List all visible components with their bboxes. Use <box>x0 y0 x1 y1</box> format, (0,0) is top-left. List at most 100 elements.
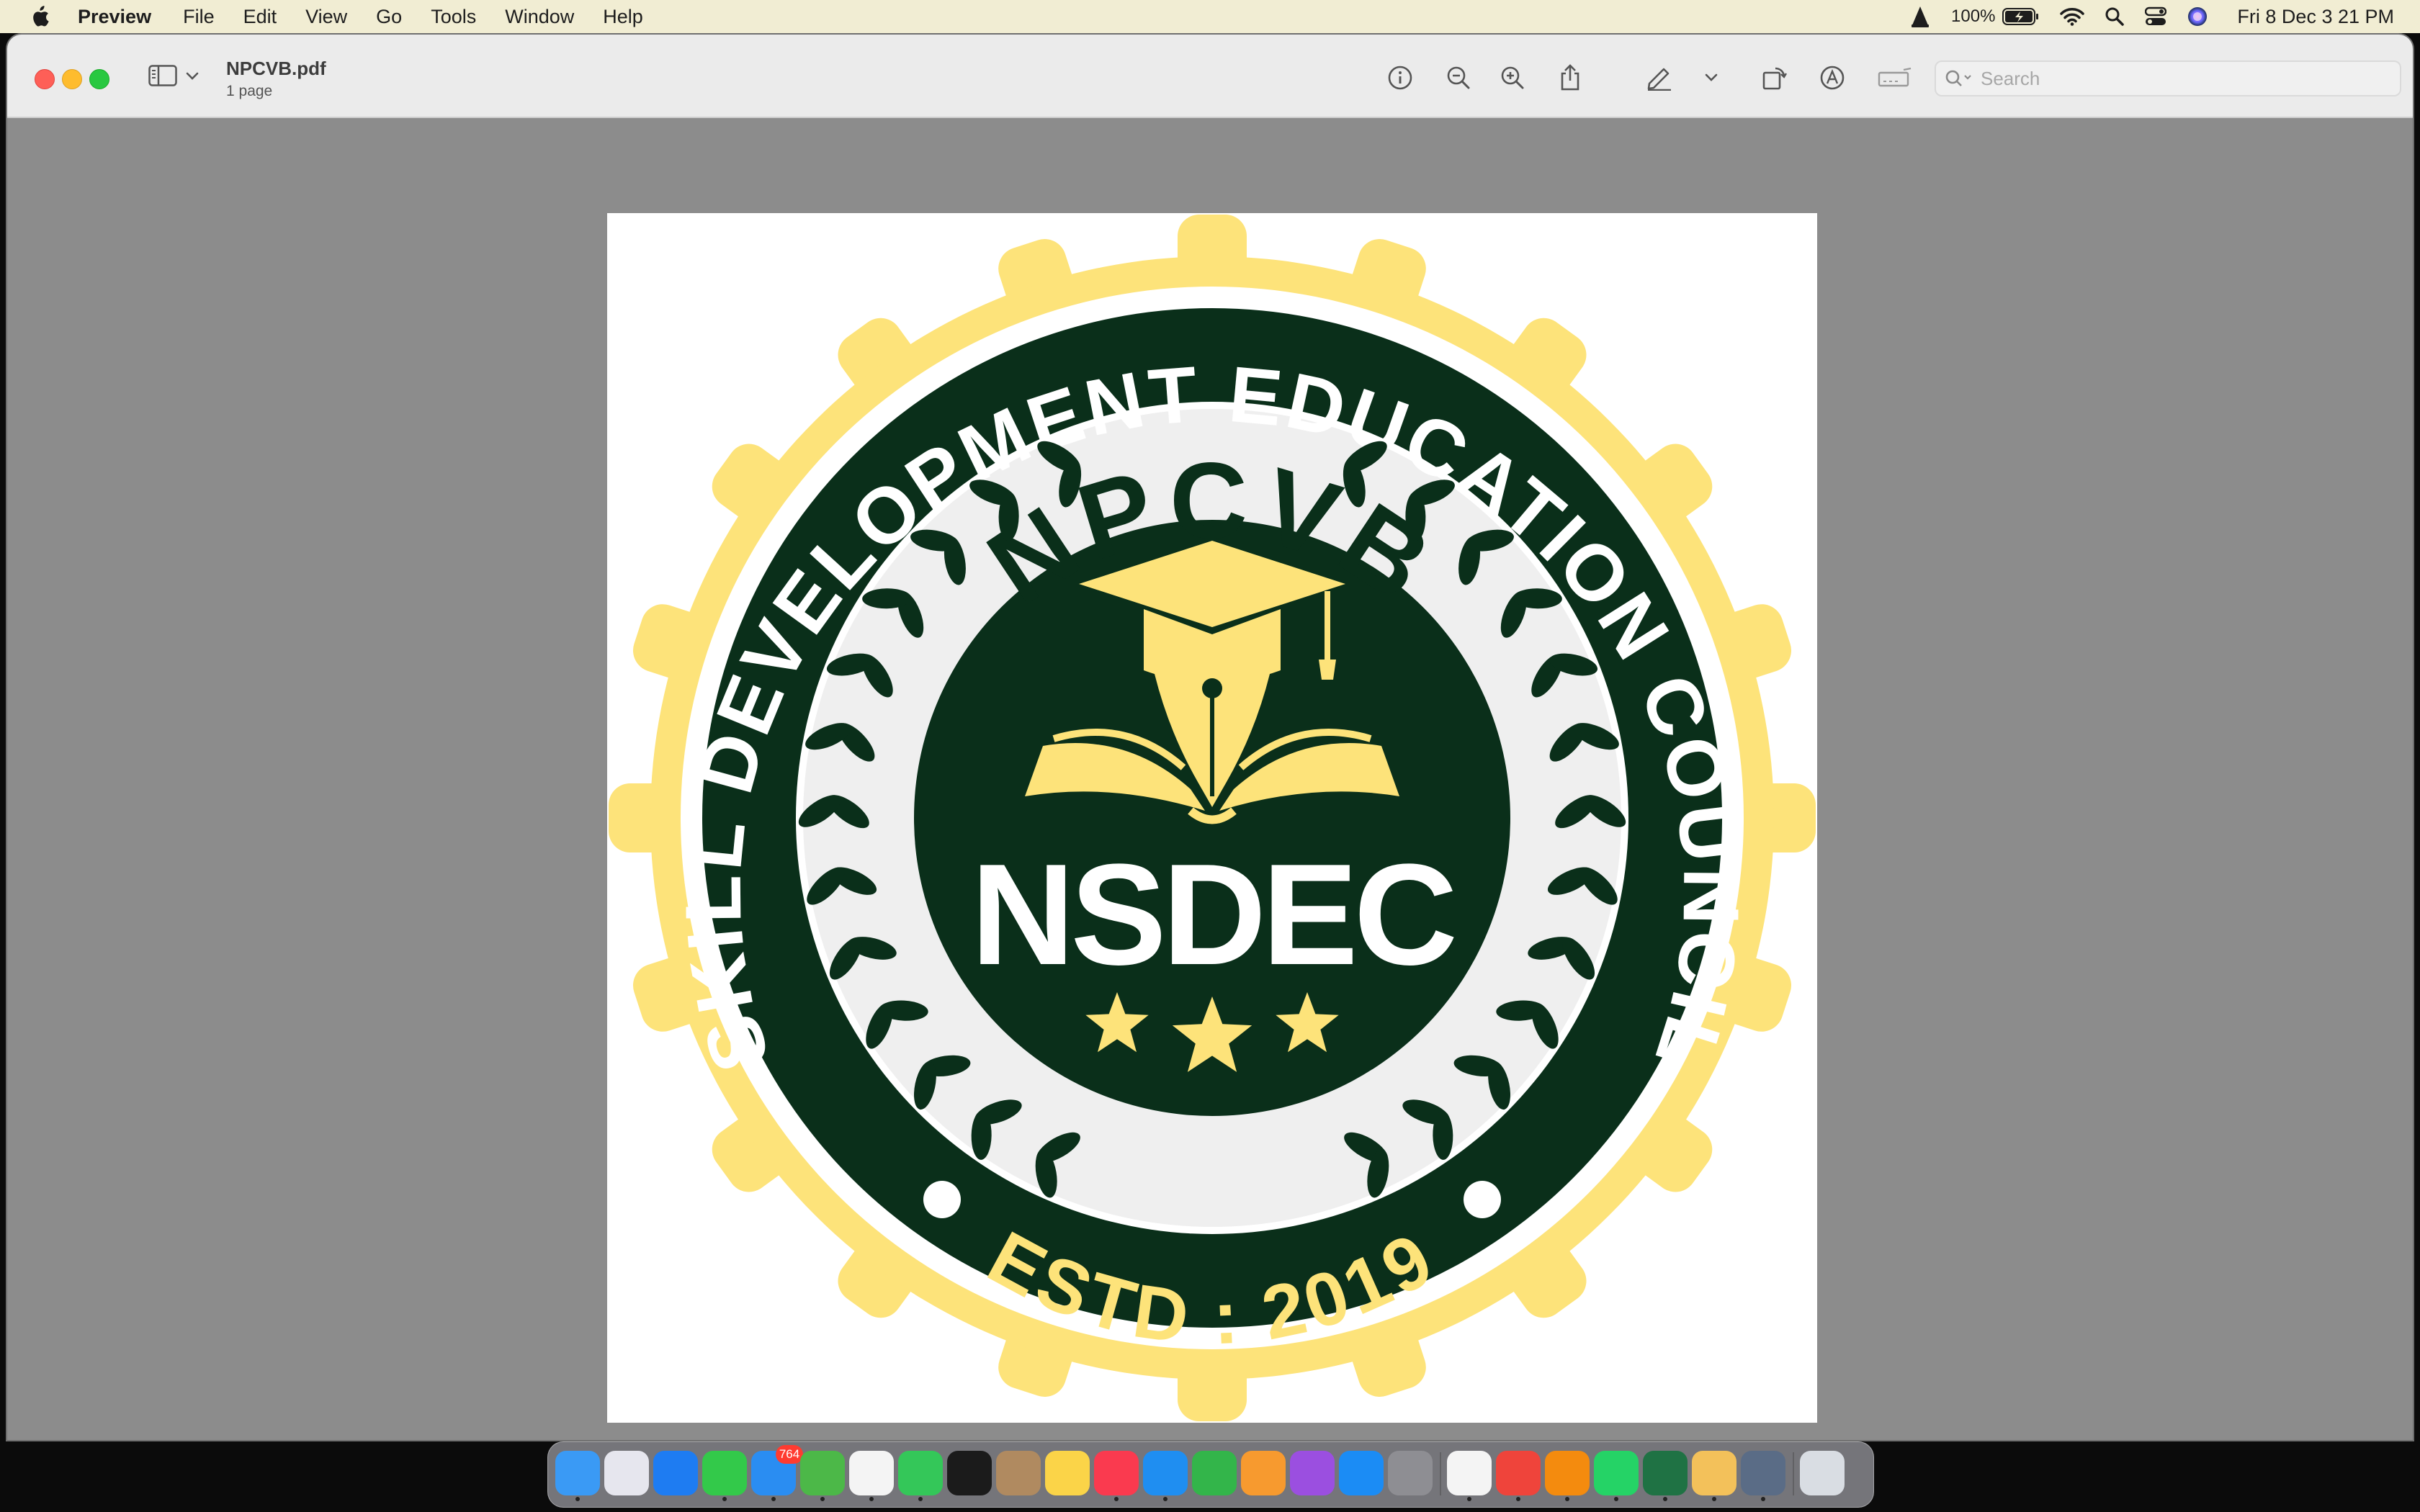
left-dot <box>923 1181 961 1218</box>
running-indicator <box>1663 1497 1667 1501</box>
rotate-button[interactable] <box>1759 63 1791 95</box>
dock-music-icon[interactable] <box>1094 1451 1139 1501</box>
dock-system-settings-icon[interactable] <box>1388 1451 1433 1495</box>
dock-podcasts-icon[interactable] <box>1290 1451 1335 1495</box>
nsdec-logo: SKILL DEVELOPMENT EDUCATION COUNCIL NPCV… <box>609 215 1816 1421</box>
running-indicator <box>1614 1497 1618 1501</box>
dock-anydesk-icon[interactable] <box>1496 1451 1541 1501</box>
sidebar-icon <box>148 65 177 90</box>
markup-button[interactable] <box>1644 63 1675 95</box>
search-icon <box>1945 69 1973 88</box>
status-area: 100% Fri 8 Dec 3 21 PM <box>1889 0 2394 33</box>
right-dot <box>1464 1181 1501 1218</box>
dock-maps-icon[interactable] <box>800 1451 845 1501</box>
running-indicator <box>1467 1497 1471 1501</box>
document-canvas[interactable]: SKILL DEVELOPMENT EDUCATION COUNCIL NPCV… <box>7 118 2413 1440</box>
dock: 764 <box>547 1441 1874 1508</box>
annotate-icon <box>1819 64 1846 95</box>
share-button[interactable] <box>1554 63 1586 95</box>
nsdec-wordmark: NSDEC <box>971 834 1454 995</box>
apple-logo-icon[interactable] <box>29 4 50 29</box>
dock-messages-icon[interactable] <box>702 1451 747 1501</box>
dock-apple-tv-icon[interactable] <box>947 1451 992 1495</box>
dock-chrome-icon[interactable] <box>1447 1451 1492 1501</box>
document-name[interactable]: NPCVB.pdf <box>226 58 326 80</box>
menu-bar: Preview File Edit View Go Tools Window H… <box>0 0 2420 33</box>
dock-mail-icon[interactable]: 764 <box>751 1445 803 1501</box>
dock-launchpad-icon[interactable] <box>604 1451 649 1495</box>
dock-preview-app-icon[interactable] <box>1692 1451 1736 1501</box>
preview-window: NPCVB.pdf 1 page Search SKILL DEVELOPMEN… <box>7 35 2413 1440</box>
running-indicator <box>918 1497 923 1501</box>
menu-window[interactable]: Window <box>505 6 574 28</box>
dock-app-store-icon[interactable] <box>1339 1451 1384 1495</box>
menu-app-name[interactable]: Preview <box>78 6 151 28</box>
running-indicator <box>820 1497 825 1501</box>
running-indicator <box>1163 1497 1168 1501</box>
dock-vlc-icon[interactable] <box>1545 1451 1590 1501</box>
dock-pages-icon[interactable] <box>1241 1451 1286 1495</box>
menu-edit[interactable]: Edit <box>243 6 277 28</box>
document-title: NPCVB.pdf 1 page <box>226 58 326 100</box>
zoom-out-icon <box>1446 65 1471 94</box>
dock-photos-icon[interactable] <box>849 1451 894 1501</box>
info-button[interactable] <box>1384 63 1416 95</box>
menu-file[interactable]: File <box>183 6 215 28</box>
dock-separator <box>1440 1452 1441 1495</box>
running-indicator <box>1712 1497 1716 1501</box>
running-indicator <box>1761 1497 1765 1501</box>
zoom-in-button[interactable] <box>1497 63 1528 95</box>
chevron-down-icon <box>186 71 199 84</box>
dock-finder-icon[interactable] <box>555 1451 600 1501</box>
zoom-out-button[interactable] <box>1443 63 1474 95</box>
markup-pen-icon <box>1645 65 1674 94</box>
spotlight-search-icon[interactable] <box>2105 6 2125 27</box>
annotate-button[interactable] <box>1816 63 1848 95</box>
dock-notes-icon[interactable] <box>1045 1451 1090 1495</box>
menu-clock[interactable]: Fri 8 Dec 3 21 PM <box>2237 6 2394 28</box>
form-fill-button[interactable] <box>1876 63 1916 95</box>
menu-help[interactable]: Help <box>603 6 643 28</box>
rotate-icon <box>1761 64 1788 95</box>
control-center-icon[interactable] <box>2145 6 2167 27</box>
running-indicator <box>771 1497 776 1501</box>
running-indicator <box>1516 1497 1520 1501</box>
vlc-menu-icon[interactable] <box>1909 5 1931 28</box>
dock-separator <box>1793 1452 1794 1495</box>
close-window-button[interactable] <box>35 69 55 89</box>
info-icon <box>1387 65 1413 94</box>
siri-icon[interactable] <box>2187 6 2208 27</box>
chevron-down-icon <box>1705 73 1718 86</box>
dock-whatsapp-icon[interactable] <box>1594 1451 1639 1501</box>
minimize-window-button[interactable] <box>62 69 82 89</box>
sidebar-toggle-button[interactable] <box>148 65 199 90</box>
dock-contacts-icon[interactable] <box>996 1451 1041 1495</box>
search-input[interactable] <box>1979 66 2385 91</box>
search-field[interactable] <box>1935 60 2401 96</box>
battery-percent: 100% <box>1951 6 1996 26</box>
dock-screen-sharing-icon[interactable] <box>1741 1451 1785 1501</box>
share-icon <box>1559 63 1582 95</box>
page-count: 1 page <box>226 83 273 99</box>
dock-excel-icon[interactable] <box>1643 1451 1688 1501</box>
pdf-page[interactable]: SKILL DEVELOPMENT EDUCATION COUNCIL NPCV… <box>607 213 1817 1423</box>
mail-badge: 764 <box>776 1445 803 1464</box>
zoom-in-icon <box>1500 65 1525 94</box>
dock-facetime-icon[interactable] <box>898 1451 943 1501</box>
markup-options-button[interactable] <box>1695 63 1727 95</box>
running-indicator <box>722 1497 727 1501</box>
wifi-icon[interactable] <box>2060 7 2085 26</box>
dock-keynote-icon[interactable] <box>1143 1451 1188 1501</box>
dock-safari-icon[interactable] <box>653 1451 698 1495</box>
menu-tools[interactable]: Tools <box>431 6 476 28</box>
menu-view[interactable]: View <box>305 6 347 28</box>
running-indicator <box>869 1497 874 1501</box>
menu-go[interactable]: Go <box>376 6 402 28</box>
running-indicator <box>1565 1497 1569 1501</box>
battery-icon[interactable] <box>2002 7 2040 26</box>
zoom-window-button[interactable] <box>89 69 109 89</box>
running-indicator <box>575 1497 580 1501</box>
dock-trash-icon[interactable] <box>1800 1451 1845 1495</box>
dock-numbers-icon[interactable] <box>1192 1451 1237 1495</box>
running-indicator <box>1114 1497 1119 1501</box>
